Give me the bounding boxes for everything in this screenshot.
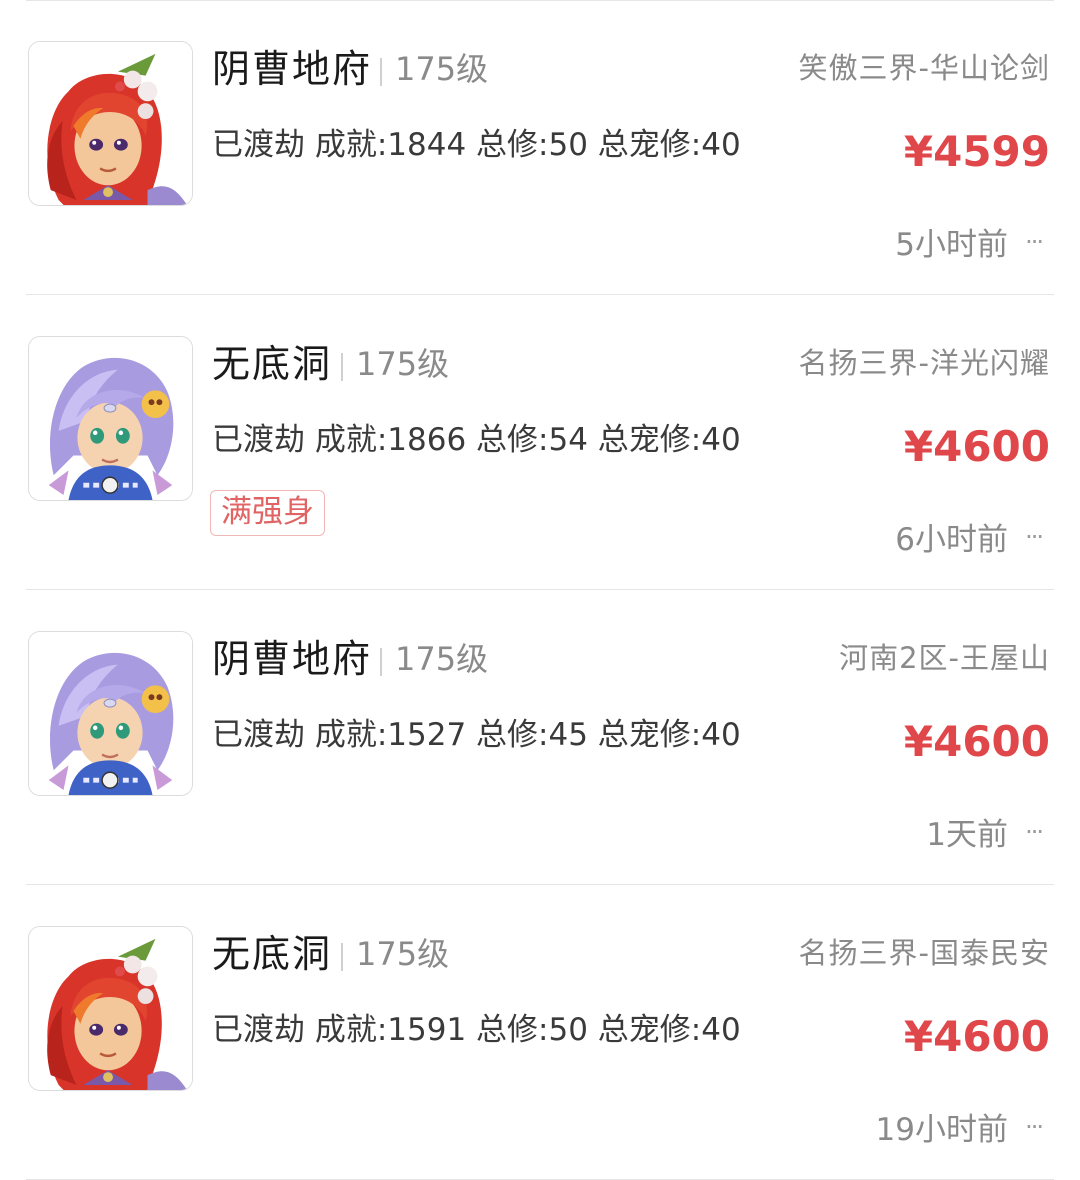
server-name: 名扬三界-国泰民安 (798, 936, 1050, 970)
more-options-icon[interactable]: ··· (1025, 222, 1044, 262)
character-level: 175级 (356, 345, 450, 383)
character-stats: 已渡劫 成就:1527 总修:45 总宠修:40 (212, 717, 741, 753)
price-label: ¥4600 (903, 1012, 1050, 1061)
more-options-icon[interactable]: ··· (1025, 812, 1044, 852)
more-options-icon[interactable]: ··· (1025, 517, 1044, 557)
character-school-name: 无底洞 (212, 932, 333, 976)
character-level: 175级 (395, 50, 489, 88)
lavender-hair-avatar-image[interactable] (28, 336, 193, 501)
listed-time: 1天前 (926, 817, 1008, 853)
lavender-hair-avatar-image[interactable] (28, 631, 193, 796)
red-hair-avatar-image[interactable] (28, 41, 193, 206)
listing-card[interactable]: 阴曹地府 175级 笑傲三界-华山论剑 已渡劫 成就:1844 总修:50 总宠… (0, 0, 1080, 295)
name-level-separator (380, 58, 382, 86)
listing-list: 阴曹地府 175级 笑傲三界-华山论剑 已渡劫 成就:1844 总修:50 总宠… (0, 0, 1080, 1180)
more-options-icon[interactable]: ··· (1025, 1107, 1044, 1147)
character-stats: 已渡劫 成就:1591 总修:50 总宠修:40 (212, 1012, 741, 1048)
listing-card[interactable]: 无底洞 175级 名扬三界-洋光闪耀 已渡劫 成就:1866 总修:54 总宠修… (0, 295, 1080, 590)
name-level-separator (341, 943, 343, 971)
listed-time: 5小时前 (895, 227, 1008, 263)
character-level: 175级 (395, 640, 489, 678)
character-school-name: 阴曹地府 (212, 47, 373, 91)
character-stats: 已渡劫 成就:1866 总修:54 总宠修:40 (212, 422, 741, 458)
listing-card[interactable]: 无底洞 175级 名扬三界-国泰民安 已渡劫 成就:1591 总修:50 总宠修… (0, 885, 1080, 1180)
server-name: 笑傲三界-华山论剑 (798, 51, 1050, 85)
name-level-separator (341, 353, 343, 381)
name-level-separator (380, 648, 382, 676)
character-level: 175级 (356, 935, 450, 973)
price-label: ¥4599 (903, 127, 1050, 176)
character-school-name: 无底洞 (212, 342, 333, 386)
server-name: 名扬三界-洋光闪耀 (798, 346, 1050, 380)
price-label: ¥4600 (903, 717, 1050, 766)
listing-card[interactable]: 阴曹地府 175级 河南2区-王屋山 已渡劫 成就:1527 总修:45 总宠修… (0, 590, 1080, 885)
price-label: ¥4600 (903, 422, 1050, 471)
red-hair-avatar-image[interactable] (28, 926, 193, 1091)
listed-time: 6小时前 (895, 522, 1008, 558)
character-school-name: 阴曹地府 (212, 637, 373, 681)
server-name: 河南2区-王屋山 (839, 641, 1050, 675)
feature-tag: 满强身 (210, 490, 325, 536)
listed-time: 19小时前 (875, 1112, 1008, 1148)
character-stats: 已渡劫 成就:1844 总修:50 总宠修:40 (212, 127, 741, 163)
